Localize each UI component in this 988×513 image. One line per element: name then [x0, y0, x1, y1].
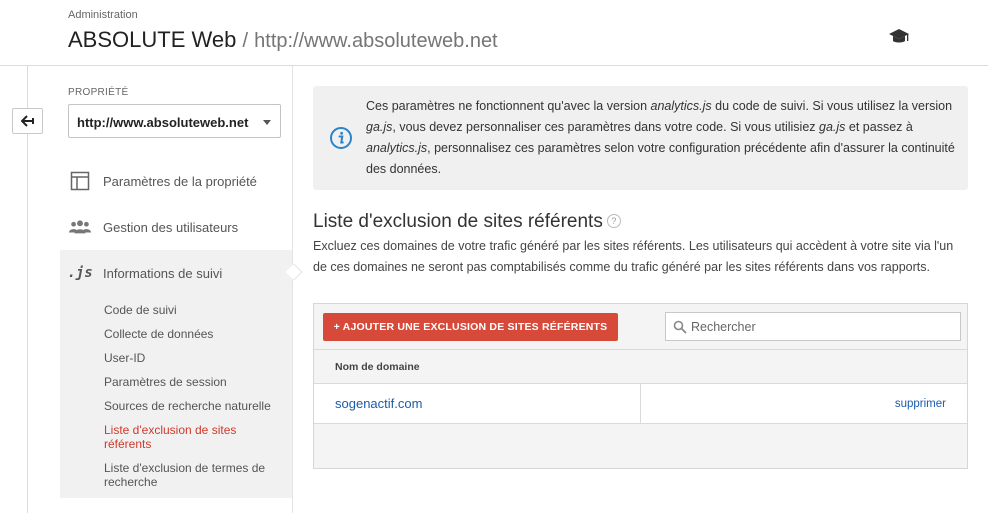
property-settings-icon [69, 170, 91, 192]
page-header: Administration ABSOLUTE Web / http://www… [0, 0, 988, 66]
column-header-domain[interactable]: Nom de domaine [335, 361, 420, 373]
property-label: PROPRIÉTÉ [68, 87, 129, 98]
info-text-part: et passez à [845, 120, 913, 134]
subnav-search-term-exclusion[interactable]: Liste d'exclusion de termes de recherche [104, 461, 279, 489]
subnav-data-collection[interactable]: Collecte de données [104, 327, 284, 341]
search-box[interactable] [665, 312, 961, 341]
info-text-part: ga.js [819, 120, 846, 134]
subnav-tracking-code[interactable]: Code de suivi [104, 303, 284, 317]
sidebar-item-property-settings[interactable]: Paramètres de la propriété [60, 158, 292, 204]
info-text: Ces paramètres ne fonctionnent qu'avec l… [366, 96, 956, 180]
subnav-session-settings[interactable]: Paramètres de session [104, 375, 284, 389]
analytics-admin-page: Administration ABSOLUTE Web / http://www… [0, 0, 988, 513]
help-icon[interactable]: ? [606, 214, 621, 228]
info-text-part: analytics.js [650, 99, 712, 113]
page-title: ABSOLUTE Web / http://www.absoluteweb.ne… [68, 27, 498, 53]
info-text-part: Ces paramètres ne fonctionnent qu'avec l… [366, 99, 651, 113]
users-icon [69, 216, 91, 238]
section-title: Liste d'exclusion de sites référents? [313, 211, 621, 233]
js-icon: .js [67, 265, 93, 281]
table-row: sogenactif.com supprimer [314, 383, 967, 424]
sidebar-item-label: Informations de suivi [103, 265, 223, 281]
info-text-part: ga.js [366, 120, 393, 134]
sidebar-item-user-management[interactable]: Gestion des utilisateurs [60, 204, 292, 250]
add-referral-exclusion-button[interactable]: + AJOUTER UNE EXCLUSION DE SITES RÉFÉREN… [323, 313, 618, 341]
info-text-part: analytics.js [366, 141, 428, 155]
subnav-organic-sources[interactable]: Sources de recherche naturelle [104, 399, 284, 413]
back-button[interactable] [12, 108, 43, 134]
tracking-info-section: .js Informations de suivi Code de suivi … [60, 250, 292, 498]
admin-sidebar: PROPRIÉTÉ http://www.absoluteweb.net Par… [60, 66, 293, 513]
admin-label: Administration [68, 9, 138, 21]
subnav-referral-exclusion[interactable]: Liste d'exclusion de sites référents [104, 423, 254, 451]
info-text-part: , vous devez personnaliser ces paramètre… [392, 120, 820, 134]
subnav-user-id[interactable]: User-ID [104, 351, 284, 365]
exclusion-table-panel: + AJOUTER UNE EXCLUSION DE SITES RÉFÉREN… [313, 303, 968, 469]
account-name: ABSOLUTE Web [68, 27, 237, 52]
sidebar-item-label: Paramètres de la propriété [103, 173, 257, 189]
section-description: Excluez ces domaines de votre trafic gén… [313, 239, 954, 274]
search-icon [673, 320, 687, 334]
domain-cell[interactable]: sogenactif.com [335, 396, 422, 411]
info-notice: Ces paramètres ne fonctionnent qu'avec l… [313, 86, 968, 190]
graduation-cap-icon[interactable] [888, 28, 910, 46]
dropdown-arrow-icon [263, 120, 271, 125]
back-arrow-icon [20, 115, 34, 127]
section-title-text: Liste d'exclusion de sites référents [313, 211, 603, 232]
sidebar-item-tracking-info[interactable]: .js Informations de suivi [60, 250, 292, 296]
cell-divider [640, 384, 641, 423]
info-text-part: du code de suivi. Si vous utilisez la ve… [711, 99, 953, 113]
info-icon [330, 127, 352, 149]
info-text-part: , personnalisez ces paramètres selon vot… [366, 141, 955, 176]
property-url: http://www.absoluteweb.net [254, 30, 498, 52]
property-selector[interactable]: http://www.absoluteweb.net [68, 104, 281, 138]
search-input[interactable] [691, 316, 953, 337]
title-separator: / [242, 30, 249, 52]
delete-link[interactable]: supprimer [895, 398, 946, 410]
sidebar-item-label: Gestion des utilisateurs [103, 219, 239, 235]
table-header: Nom de domaine [314, 349, 967, 383]
property-selected-value: http://www.absoluteweb.net [77, 115, 249, 130]
